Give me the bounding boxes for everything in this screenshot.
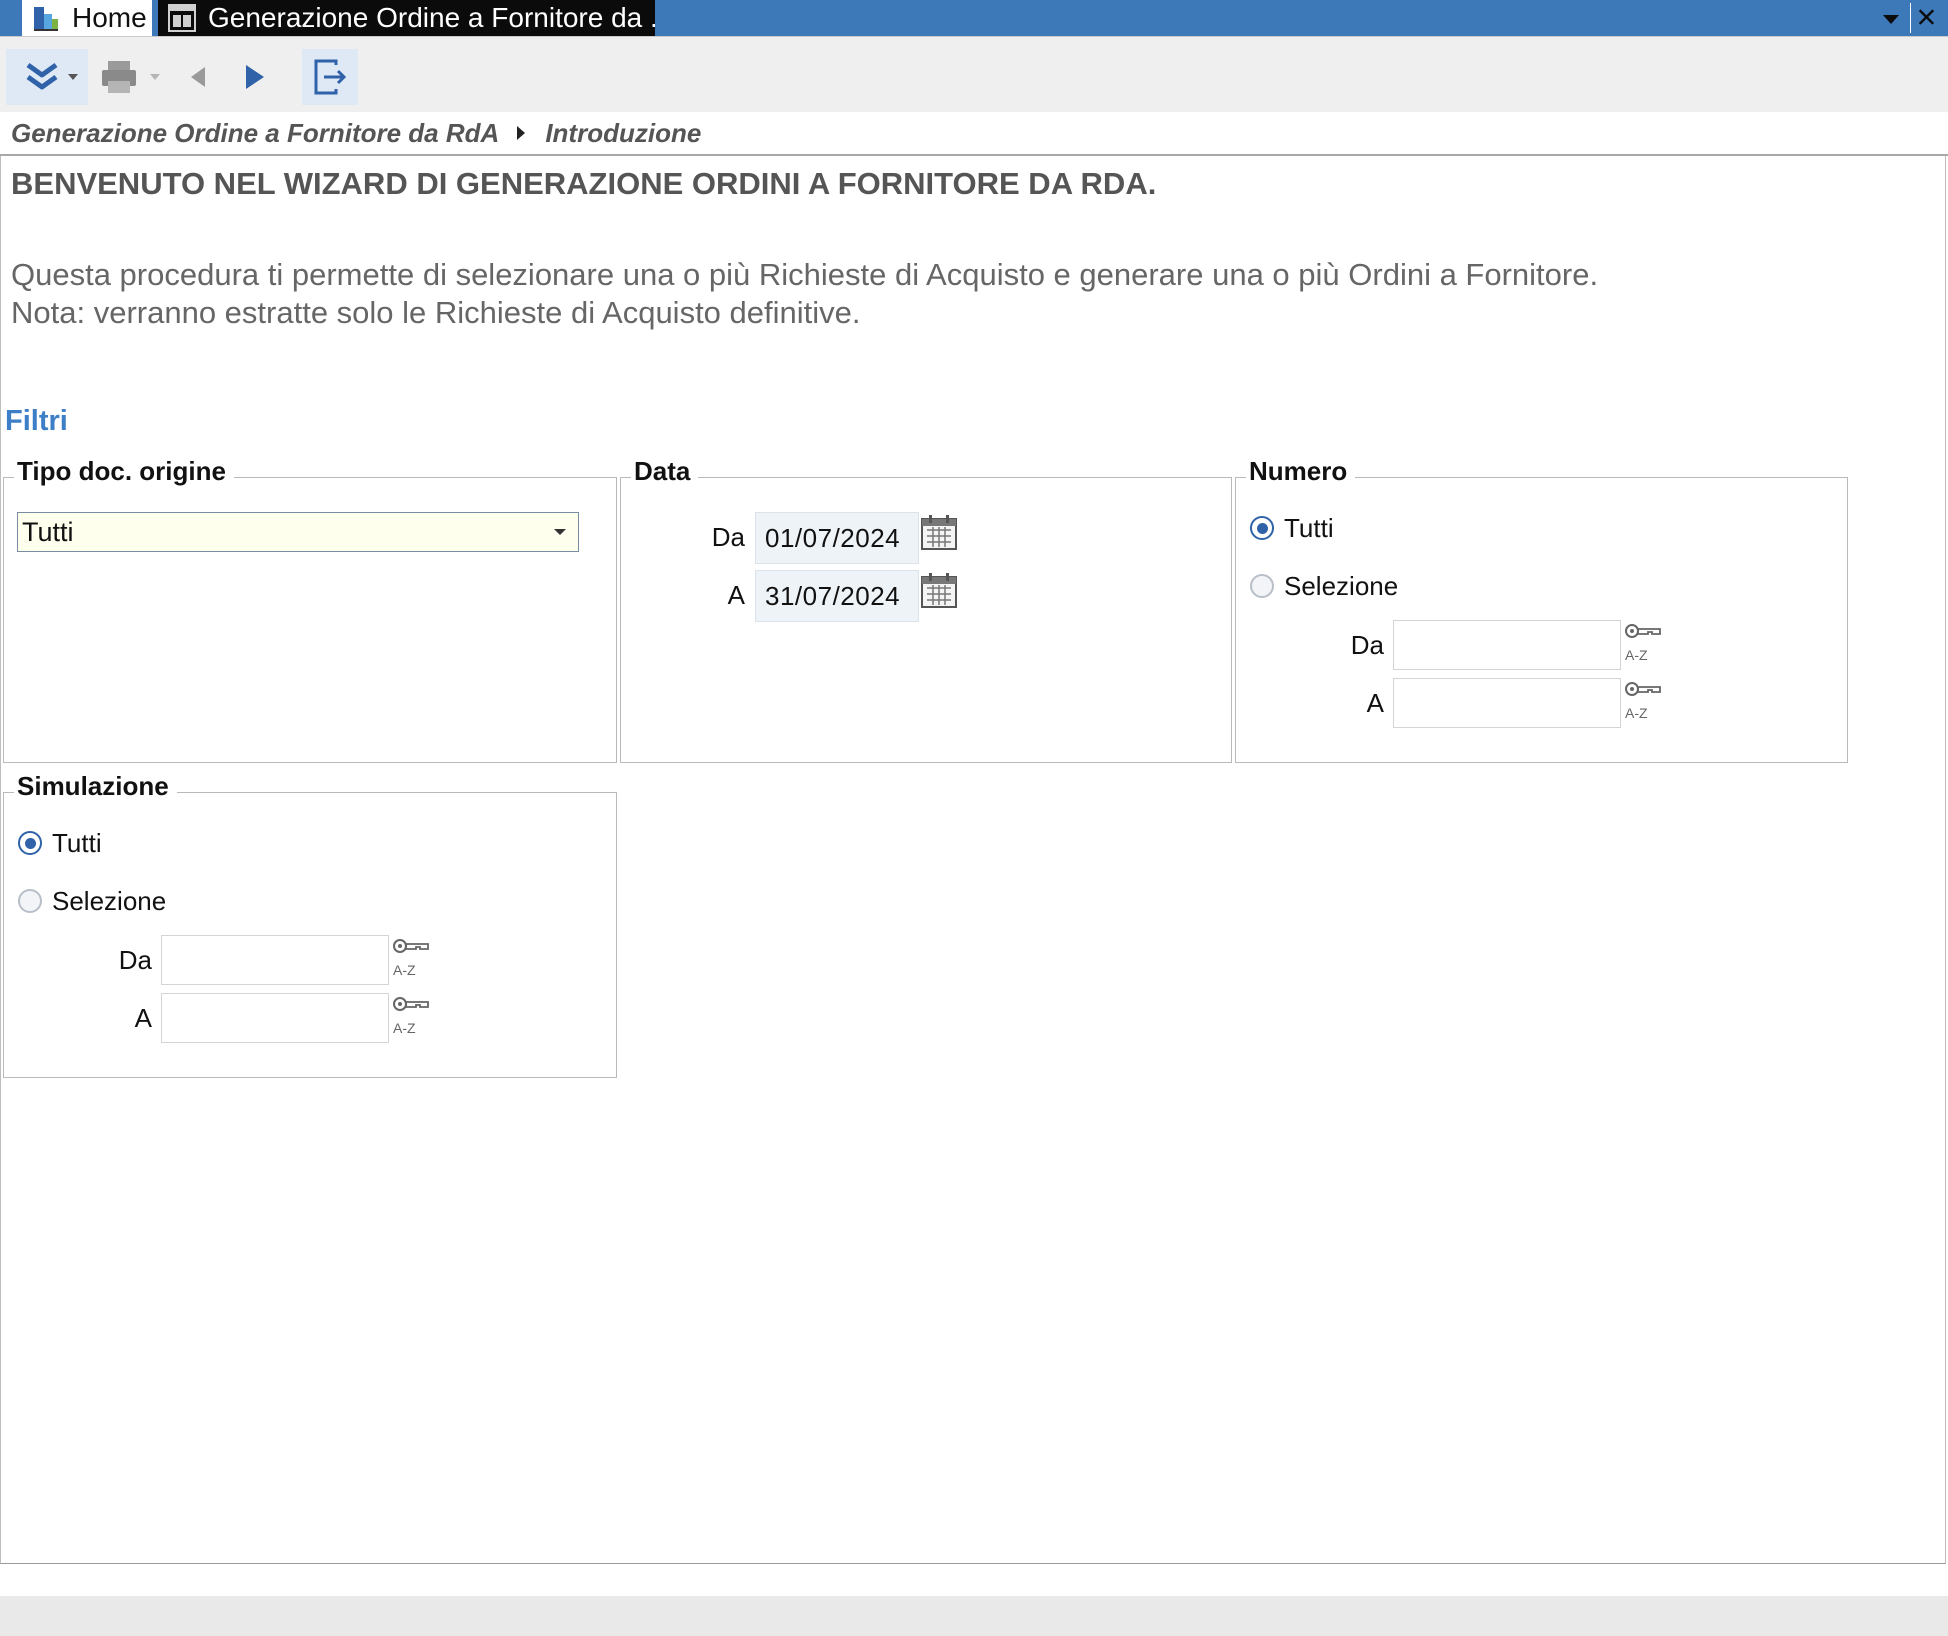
- data-from-value: 01/07/2024: [765, 522, 901, 553]
- tipo-doc-origine-select[interactable]: Tutti: [17, 512, 579, 552]
- numero-tutti-label[interactable]: Tutti: [1284, 513, 1334, 544]
- breadcrumb-step: Introduzione: [545, 117, 702, 148]
- tab-bar: Home Generazione Ordine a Fornitore da .…: [0, 0, 1948, 36]
- key-lookup-az-icon[interactable]: A-Z: [391, 995, 433, 1037]
- intro-text-line-2: Nota: verranno estratte solo le Richiest…: [11, 295, 861, 330]
- exit-button[interactable]: [302, 49, 358, 105]
- status-bar: [0, 1596, 1948, 1636]
- welcome-title: BENVENUTO NEL WIZARD DI GENERAZIONE ORDI…: [11, 166, 1157, 201]
- breadcrumb-wizard[interactable]: Generazione Ordine a Fornitore da RdA: [11, 118, 499, 149]
- exit-icon: [314, 59, 347, 95]
- key-lookup-az-icon[interactable]: A-Z: [1623, 622, 1665, 664]
- simulazione-from-field[interactable]: [161, 935, 389, 985]
- numero-legend: Numero: [1246, 456, 1356, 487]
- data-from-label: Da: [711, 522, 745, 552]
- svg-text:A-Z: A-Z: [1625, 705, 1648, 721]
- tipo-doc-origine-value: Tutti: [22, 516, 74, 547]
- key-lookup-az-icon[interactable]: A-Z: [391, 937, 433, 979]
- tab-list-dropdown-icon[interactable]: [1878, 6, 1904, 32]
- calendar-icon[interactable]: [919, 512, 959, 552]
- simulazione-to-field[interactable]: [161, 993, 389, 1043]
- tab-generazione-ordine[interactable]: Generazione Ordine a Fornitore da ...: [158, 0, 655, 36]
- numero-group: Numero Tutti Selezione Da A-Z A A-Z: [1235, 456, 1848, 763]
- collapse-menu-button[interactable]: [6, 49, 88, 105]
- numero-from-field[interactable]: [1393, 620, 1621, 670]
- numero-selezione-radio[interactable]: [1250, 574, 1274, 598]
- next-arrow-icon: [246, 65, 264, 89]
- tipo-doc-origine-legend: Tipo doc. origine: [14, 456, 234, 487]
- numero-selezione-label[interactable]: Selezione: [1284, 571, 1398, 602]
- simulazione-group: Simulazione Tutti Selezione Da A-Z A A-Z: [3, 771, 617, 1078]
- app-logo-icon: [34, 7, 58, 31]
- intro-text-line-1: Questa procedura ti permette di selezion…: [11, 257, 1599, 292]
- data-to-value: 31/07/2024: [765, 580, 901, 611]
- data-to-label: A: [727, 580, 745, 610]
- back-button[interactable]: [178, 49, 218, 105]
- collapse-icon: [26, 62, 78, 90]
- numero-to-label: A: [1366, 688, 1384, 718]
- svg-text:A-Z: A-Z: [393, 1020, 416, 1036]
- simulazione-selezione-radio[interactable]: [18, 889, 42, 913]
- back-arrow-icon: [191, 67, 205, 87]
- numero-from-label: Da: [1350, 630, 1384, 660]
- chevron-down-icon: [554, 529, 566, 535]
- data-to-field[interactable]: 31/07/2024: [755, 570, 919, 622]
- print-button[interactable]: [96, 49, 168, 105]
- simulazione-legend: Simulazione: [14, 771, 177, 802]
- form-window-icon: [168, 4, 196, 32]
- svg-text:A-Z: A-Z: [393, 962, 416, 978]
- breadcrumb: Generazione Ordine a Fornitore da RdA In…: [0, 112, 1948, 156]
- breadcrumb-separator-icon: [517, 126, 526, 140]
- print-icon: [102, 61, 160, 93]
- data-legend: Data: [631, 456, 699, 487]
- simulazione-tutti-radio[interactable]: [18, 831, 42, 855]
- simulazione-selezione-label[interactable]: Selezione: [52, 886, 166, 917]
- data-from-field[interactable]: 01/07/2024: [755, 512, 919, 564]
- svg-text:A-Z: A-Z: [1625, 647, 1648, 663]
- simulazione-tutti-label[interactable]: Tutti: [52, 828, 102, 859]
- simulazione-to-label: A: [134, 1003, 152, 1033]
- tab-generazione-label: Generazione Ordine a Fornitore da ...: [208, 2, 655, 33]
- tab-home-label: Home: [72, 2, 147, 33]
- tab-home[interactable]: Home: [22, 0, 152, 36]
- numero-to-field[interactable]: [1393, 678, 1621, 728]
- calendar-icon[interactable]: [919, 570, 959, 610]
- key-lookup-az-icon[interactable]: A-Z: [1623, 680, 1665, 722]
- numero-tutti-radio[interactable]: [1250, 516, 1274, 540]
- filters-title: Filtri: [5, 405, 68, 437]
- next-button[interactable]: [228, 49, 280, 105]
- close-tab-icon[interactable]: [1910, 3, 1940, 33]
- toolbar: [0, 36, 1948, 112]
- tipo-doc-origine-group: Tipo doc. origine Tutti: [3, 456, 617, 763]
- data-group: Data Da 01/07/2024 A 31/07/2024: [620, 456, 1232, 763]
- simulazione-from-label: Da: [118, 945, 152, 975]
